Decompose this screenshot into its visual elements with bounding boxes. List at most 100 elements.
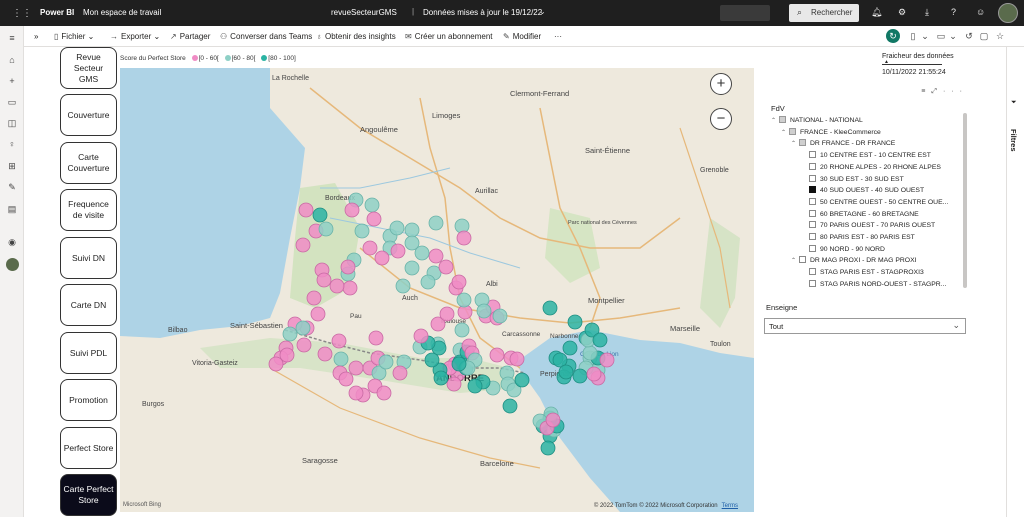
store-point[interactable] — [502, 398, 518, 414]
checkbox[interactable] — [809, 174, 816, 182]
apps-icon[interactable]: ⊞ — [6, 160, 18, 172]
store-point[interactable] — [567, 314, 583, 330]
chevron-down-icon[interactable]: ⌄ — [539, 7, 546, 16]
store-point[interactable] — [279, 347, 295, 363]
checkbox[interactable] — [799, 256, 806, 264]
page-tab-active[interactable]: Carte Perfect Store — [60, 474, 117, 516]
store-point[interactable] — [306, 290, 322, 306]
store-point[interactable] — [404, 260, 420, 276]
store-point[interactable] — [354, 223, 370, 239]
checkbox[interactable] — [789, 127, 796, 135]
store-point[interactable] — [344, 202, 360, 218]
store-point[interactable] — [586, 366, 602, 382]
store-point[interactable] — [298, 202, 314, 218]
browse-icon[interactable]: ▭ — [6, 96, 18, 108]
slicer-item[interactable]: 30 SUD EST - 30 SUD EST — [801, 174, 904, 185]
goals-icon[interactable]: ♀ — [6, 138, 18, 150]
checkbox[interactable] — [809, 279, 816, 287]
slicer-item[interactable]: 10 CENTRE EST - 10 CENTRE EST — [801, 150, 931, 161]
store-point[interactable] — [542, 300, 558, 316]
checkbox[interactable] — [809, 151, 816, 159]
page-tab[interactable]: Perfect Store — [60, 427, 117, 469]
page-tab[interactable]: Carte Couverture — [60, 142, 117, 184]
store-point[interactable] — [451, 274, 467, 290]
slicer-item[interactable]: STAG PARIS EST - STAGPROXI3 — [801, 267, 924, 278]
slicer-header-icons[interactable]: ≡⤢··· — [921, 88, 968, 96]
store-point[interactable] — [428, 215, 444, 231]
store-point[interactable] — [420, 274, 436, 290]
expand-pages-icon[interactable]: » — [34, 32, 38, 41]
store-point[interactable] — [317, 346, 333, 362]
comment-icon[interactable]: ▢ — [977, 29, 991, 43]
store-point[interactable] — [316, 272, 332, 288]
slicer-scrollbar[interactable] — [963, 113, 967, 288]
search-box[interactable]: ⌕ Rechercher — [789, 4, 859, 22]
checkbox[interactable] — [809, 186, 816, 194]
page-tab[interactable]: Couverture — [60, 94, 117, 136]
store-point[interactable] — [364, 197, 380, 213]
store-point[interactable] — [296, 337, 312, 353]
teams-button[interactable]: ⚇ Converser dans Teams — [220, 32, 312, 41]
store-point[interactable] — [389, 220, 405, 236]
avatar[interactable] — [998, 3, 1018, 23]
page-tab[interactable]: Carte DN — [60, 284, 117, 326]
export-menu[interactable]: → Exporter ⌄ — [110, 32, 160, 41]
store-point[interactable] — [366, 211, 382, 227]
store-point[interactable] — [404, 222, 420, 238]
store-point[interactable] — [433, 370, 449, 386]
create-icon[interactable]: + — [6, 75, 18, 87]
slicer-item[interactable]: 80 PARIS EST - 80 PARIS EST — [801, 232, 915, 243]
store-point[interactable] — [509, 351, 525, 367]
my-workspace-icon[interactable]: ◉ — [6, 236, 18, 248]
store-point[interactable] — [333, 351, 349, 367]
help-icon[interactable]: ? — [951, 7, 956, 17]
checkbox[interactable] — [809, 268, 816, 276]
page-tab[interactable]: Revue Secteur GMS — [60, 47, 117, 89]
store-point[interactable] — [428, 248, 444, 264]
store-point[interactable] — [390, 243, 406, 259]
zoom-out-button[interactable]: − — [710, 108, 732, 130]
store-point[interactable] — [376, 385, 392, 401]
slicer-item[interactable]: ⌃ DR MAG PROXI - DR MAG PROXI — [791, 255, 917, 266]
store-point[interactable] — [467, 378, 483, 394]
app-launcher-icon[interactable]: ⋮⋮ — [12, 8, 32, 19]
checkbox[interactable] — [809, 197, 816, 205]
store-point[interactable] — [362, 240, 378, 256]
store-point[interactable] — [446, 376, 462, 392]
zoom-in-button[interactable]: + — [710, 73, 732, 95]
more-options-icon[interactable]: ··· — [943, 88, 968, 95]
store-point[interactable] — [540, 440, 556, 456]
store-point[interactable] — [318, 221, 334, 237]
store-point[interactable] — [424, 352, 440, 368]
store-point[interactable] — [340, 259, 356, 275]
store-point[interactable] — [392, 365, 408, 381]
feedback-icon[interactable]: ☺ — [976, 7, 985, 17]
learn-icon[interactable]: ✎ — [6, 181, 18, 193]
collapse-icon[interactable]: ⌃ — [791, 139, 799, 150]
refresh-icon[interactable]: ↻ — [886, 29, 900, 43]
store-point[interactable] — [395, 278, 411, 294]
store-point[interactable] — [489, 347, 505, 363]
terms-link[interactable]: Terms — [722, 503, 738, 509]
store-point[interactable] — [331, 333, 347, 349]
slicer-item[interactable]: 90 NORD - 90 NORD — [801, 244, 885, 255]
store-point[interactable] — [374, 250, 390, 266]
store-point[interactable] — [368, 330, 384, 346]
checkbox[interactable] — [779, 116, 786, 123]
more-options-button[interactable]: ··· — [554, 32, 562, 41]
slicer-item[interactable]: ⌃ NATIONAL - NATIONAL — [771, 115, 863, 126]
subscribe-button[interactable]: ✉ Créer un abonnement — [405, 32, 493, 41]
store-point[interactable] — [295, 320, 311, 336]
checkbox[interactable] — [799, 139, 806, 147]
page-tab[interactable]: Suivi DN — [60, 237, 117, 279]
store-point[interactable] — [454, 322, 470, 338]
slicer-item[interactable]: 20 RHONE ALPES - 20 RHONE ALPES — [801, 162, 941, 173]
slicer-item[interactable]: STAG PARIS NORD-OUEST - STAGPR... — [801, 279, 946, 287]
enseigne-dropdown[interactable]: Tout ⌄ — [764, 318, 966, 334]
store-point[interactable] — [562, 340, 578, 356]
share-button[interactable]: ↗ Partager — [170, 32, 210, 41]
store-point[interactable] — [295, 237, 311, 253]
page-tab[interactable]: Frequence de visite — [60, 189, 117, 231]
page-tab[interactable]: Suivi PDL — [60, 332, 117, 374]
slicer-item[interactable]: ⌃ FRANCE - KleeCommerce — [781, 127, 881, 138]
